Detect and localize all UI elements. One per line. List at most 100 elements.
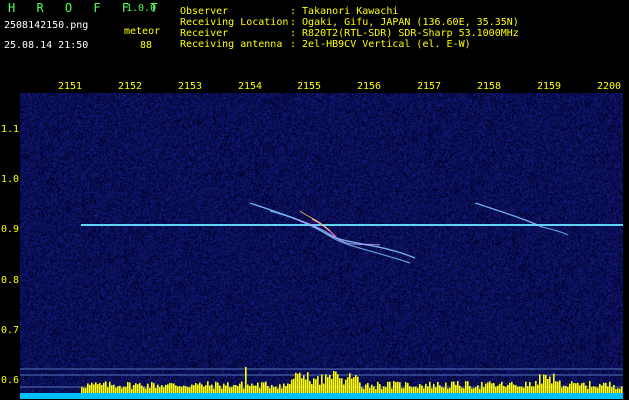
level-bar <box>601 385 603 393</box>
level-bar <box>613 384 615 393</box>
level-bar <box>205 385 207 393</box>
level-bar <box>319 384 321 393</box>
level-bar <box>263 382 265 393</box>
level-bar <box>587 388 589 393</box>
time-tick: 2156 <box>357 81 382 92</box>
level-bar <box>187 387 189 393</box>
level-bar <box>329 375 331 393</box>
level-bar <box>489 381 491 393</box>
meteor-trace <box>269 210 411 264</box>
level-bar <box>235 385 237 393</box>
level-bar <box>249 386 251 393</box>
level-bar <box>581 383 583 393</box>
level-bar <box>407 382 409 393</box>
level-bar <box>181 387 183 393</box>
level-bar <box>297 373 299 393</box>
level-bar <box>409 386 411 393</box>
level-bar <box>231 387 233 393</box>
level-bar <box>273 387 275 393</box>
level-bar <box>553 373 555 393</box>
level-bar <box>335 371 337 393</box>
level-bar <box>557 381 559 393</box>
level-bar <box>147 383 149 393</box>
level-bar <box>471 388 473 393</box>
level-bar <box>431 388 433 393</box>
level-bar <box>91 382 93 393</box>
level-bar <box>499 383 501 393</box>
level-bar <box>275 386 277 393</box>
level-bar <box>213 388 215 393</box>
level-bar <box>345 379 347 393</box>
app-version: 1.0.0 <box>126 3 157 14</box>
level-bar <box>311 383 313 393</box>
level-bar <box>323 383 325 393</box>
level-bar <box>567 387 569 393</box>
level-bar <box>229 387 231 393</box>
header-panel: H R O F F T 1.0.0 2508142150.png 25.08.1… <box>0 0 629 58</box>
level-bar <box>525 381 527 393</box>
level-bar <box>511 381 513 393</box>
level-bar <box>561 387 563 393</box>
level-bar <box>455 384 457 393</box>
location-value: : Ogaki, Gifu, JAPAN (136.60E, 35.35N) <box>290 17 519 28</box>
level-bar <box>405 382 407 393</box>
level-bar <box>381 388 383 393</box>
level-bar <box>315 379 317 393</box>
level-bar <box>413 387 415 393</box>
level-bar <box>153 383 155 393</box>
level-bar <box>195 382 197 393</box>
level-bar <box>433 383 435 393</box>
level-bar <box>463 388 465 393</box>
level-bar <box>521 386 523 393</box>
level-bar <box>101 384 103 393</box>
observer-value: : Takanori Kawachi <box>290 6 399 17</box>
level-bar <box>295 372 297 393</box>
level-bar <box>173 383 175 393</box>
level-bar <box>485 383 487 393</box>
level-bar <box>107 387 109 393</box>
level-baseline <box>20 393 623 399</box>
level-bar <box>303 375 305 393</box>
level-bar <box>179 386 181 393</box>
level-bar <box>331 378 333 393</box>
level-bar <box>595 386 597 393</box>
level-bar <box>87 383 89 393</box>
level-bar <box>133 384 135 393</box>
level-bar <box>237 386 239 393</box>
level-bar <box>139 383 141 393</box>
level-bar <box>161 385 163 393</box>
level-bar <box>473 388 475 393</box>
level-bar <box>491 383 493 393</box>
level-bar <box>269 388 271 393</box>
level-bar <box>171 383 173 393</box>
level-bar <box>453 381 455 393</box>
level-bar <box>475 387 477 393</box>
level-bar <box>449 387 451 393</box>
level-bar <box>211 384 213 393</box>
level-bar <box>503 385 505 393</box>
level-bar <box>597 387 599 393</box>
file-name: 2508142150.png <box>4 20 89 31</box>
level-bar <box>459 385 461 393</box>
level-bar <box>243 388 245 393</box>
signal-overlay <box>20 202 623 399</box>
level-bar <box>443 387 445 393</box>
level-bar <box>575 383 577 393</box>
level-bar <box>225 385 227 393</box>
level-bar <box>435 387 437 393</box>
level-bar <box>517 386 519 393</box>
level-bar <box>375 388 377 393</box>
freq-tick: 0.8 <box>1 275 20 286</box>
level-bar <box>245 367 247 393</box>
level-bar <box>539 374 541 393</box>
level-bar <box>429 381 431 393</box>
level-bar <box>363 388 365 393</box>
level-bar <box>513 384 515 393</box>
freq-tick: 0.9 <box>1 224 20 235</box>
level-bar <box>369 387 371 393</box>
observer-label: Observer <box>180 6 229 17</box>
level-bar <box>615 388 617 393</box>
level-bar <box>251 383 253 393</box>
level-bar <box>523 387 525 393</box>
level-bar <box>391 388 393 393</box>
